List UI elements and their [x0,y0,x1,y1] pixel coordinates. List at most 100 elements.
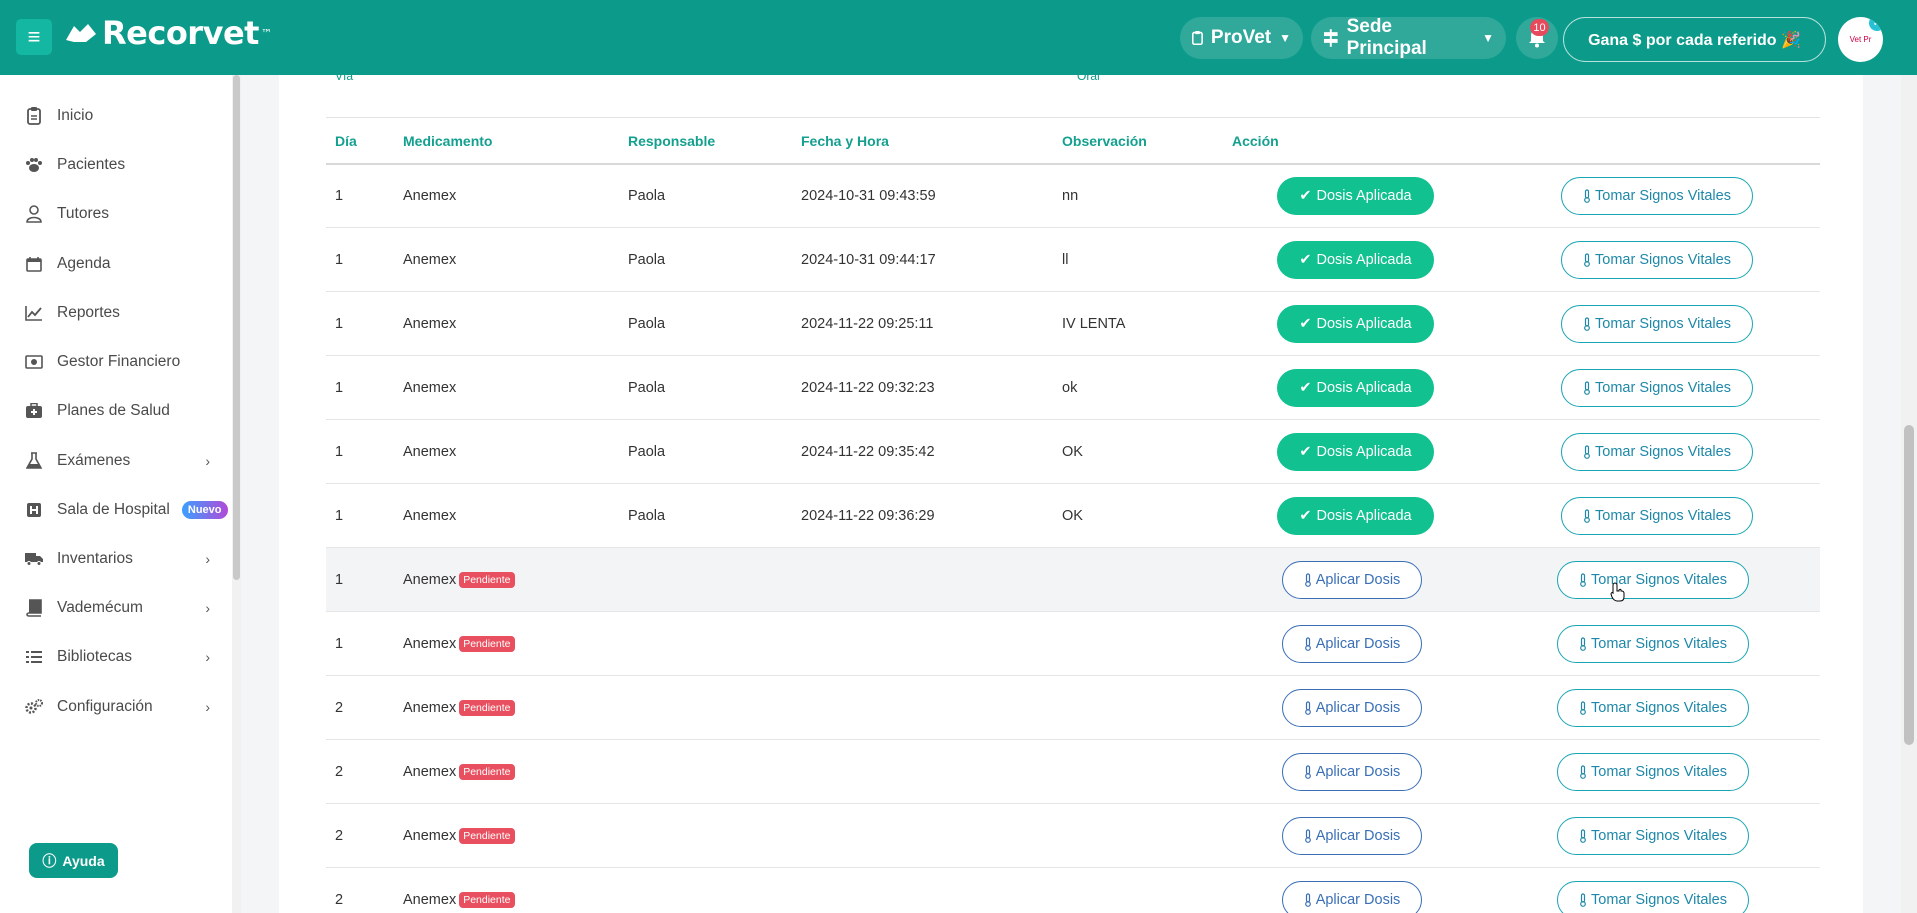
cell-dia: 1 [335,636,344,652]
divider [326,117,1820,118]
chevron-down-icon: ▼ [1482,31,1494,45]
cell-dia: 1 [335,444,344,460]
cell-medicamento: Anemex Pendiente [403,548,515,612]
take-vitals-button[interactable]: Tomar Signos Vitales [1557,689,1749,727]
cell-medicamento: Anemex [403,420,456,484]
thermometer-icon [1584,509,1590,523]
sidebar-item-tutores[interactable]: Tutores [0,194,232,234]
thermometer-icon [1584,381,1590,395]
page-scrollbar[interactable] [1901,75,1917,913]
chevron-down-icon: ▼ [1279,31,1291,45]
cell-dia: 1 [335,508,344,524]
dose-applied-button[interactable]: ✔ Dosis Aplicada [1277,241,1434,279]
apply-dose-button[interactable]: Aplicar Dosis [1282,561,1422,599]
clipboard-icon [24,106,44,126]
sidebar-item-planes-de-salud[interactable]: Planes de Salud [0,391,232,431]
dose-applied-button[interactable]: ✔ Dosis Aplicada [1277,369,1434,407]
button-label: Dosis Aplicada [1316,252,1412,268]
button-label: Tomar Signos Vitales [1591,828,1727,844]
take-vitals-button[interactable]: Tomar Signos Vitales [1557,753,1749,791]
logo-trademark: ™ [260,26,272,40]
sidebar-item-label: Inicio [57,107,94,124]
apply-dose-button[interactable]: Aplicar Dosis [1282,817,1422,855]
take-vitals-button[interactable]: Tomar Signos Vitales [1561,305,1753,343]
sidebar-item-bibliotecas[interactable]: Bibliotecas › [0,637,232,677]
table-row: 1 Anemex Paola 2024-11-22 09:25:11 IV LENTA ✔… [326,292,1820,356]
line-chart-icon [24,303,44,323]
top-bar: ≡ Recorvet ™ ProVet ▼ Sede Principal ▼ 10… [0,0,1917,75]
menu-toggle-button[interactable]: ≡ [16,19,52,55]
button-label: Tomar Signos Vitales [1595,188,1731,204]
take-vitals-button[interactable]: Tomar Signos Vitales [1561,497,1753,535]
cell-observacion: ok [1062,380,1078,396]
page-scrollbar-thumb[interactable] [1904,425,1914,745]
sidebar-item-inventarios[interactable]: Inventarios › [0,539,232,579]
sidebar-item-label: Reportes [57,304,120,321]
button-label: Tomar Signos Vitales [1595,252,1731,268]
thermometer-icon [1304,765,1311,779]
pending-badge: Pendiente [459,572,515,588]
apply-dose-button[interactable]: Aplicar Dosis [1282,625,1422,663]
medication-name: Anemex [403,828,457,844]
pending-badge: Pendiente [459,828,515,844]
signpost-icon [1323,29,1338,47]
take-vitals-button[interactable]: Tomar Signos Vitales [1557,817,1749,855]
referral-button[interactable]: Gana $ por cada referido 🎉 [1563,17,1826,62]
sidebar-item-label: Vademécum [57,599,143,616]
cell-medicamento: Anemex Pendiente [403,676,515,740]
apply-dose-button[interactable]: Aplicar Dosis [1282,881,1422,913]
sidebar-item-gestor-financiero[interactable]: Gestor Financiero [0,342,232,382]
sidebar-item-sala-de-hospital[interactable]: Sala de Hospital Nuevo [0,490,232,530]
verified-check-icon: ✓ [1869,17,1883,31]
cell-medicamento: Anemex [403,164,456,228]
sidebar-item-pacientes[interactable]: Pacientes [0,145,232,185]
button-label: Tomar Signos Vitales [1591,892,1727,908]
org-selector[interactable]: ProVet ▼ [1180,17,1303,59]
help-button[interactable]: ⓘ Ayuda [29,843,118,878]
chevron-right-icon: › [205,649,210,665]
cell-medicamento: Anemex Pendiente [403,612,515,676]
sidebar-scrollbar[interactable] [232,75,241,913]
sidebar-item-reportes[interactable]: Reportes [0,293,232,333]
thermometer-icon [1580,829,1586,843]
take-vitals-button[interactable]: Tomar Signos Vitales [1561,369,1753,407]
avatar-text: Vet Pr [1849,35,1872,44]
notification-count-badge: 10 [1530,19,1549,36]
button-label: Aplicar Dosis [1315,636,1401,652]
button-label: Dosis Aplicada [1316,508,1412,524]
apply-dose-button[interactable]: Aplicar Dosis [1282,753,1422,791]
take-vitals-button[interactable]: Tomar Signos Vitales [1561,433,1753,471]
sidebar-item-inicio[interactable]: Inicio [0,96,232,136]
app-logo[interactable]: Recorvet ™ [64,14,272,52]
button-label: Aplicar Dosis [1315,700,1401,716]
sidebar-item-vademecum[interactable]: Vademécum › [0,588,232,628]
dose-applied-button[interactable]: ✔ Dosis Aplicada [1277,497,1434,535]
sidebar-item-agenda[interactable]: Agenda [0,244,232,284]
column-header-observacion: Observación [1062,133,1147,149]
sidebar-scrollbar-thumb[interactable] [233,75,240,580]
dose-applied-button[interactable]: ✔ Dosis Aplicada [1277,305,1434,343]
take-vitals-button[interactable]: Tomar Signos Vitales [1557,881,1749,913]
chevron-right-icon: › [205,551,210,567]
check-icon: ✔ [1299,252,1312,268]
apply-dose-button[interactable]: Aplicar Dosis [1282,689,1422,727]
table-row: 2 Anemex Pendiente Aplicar Dosis Tomar Signo… [326,740,1820,804]
help-button-label: Ayuda [62,852,105,869]
medication-name: Anemex [403,764,457,780]
take-vitals-button[interactable]: Tomar Signos Vitales [1557,561,1749,599]
sidebar-item-examenes[interactable]: Exámenes › [0,441,232,481]
take-vitals-button[interactable]: Tomar Signos Vitales [1561,241,1753,279]
thermometer-icon [1304,637,1311,651]
sidebar-item-configuracion[interactable]: Configuración › [0,687,232,727]
thermometer-icon [1304,701,1311,715]
cell-medicamento: Anemex [403,292,456,356]
take-vitals-button[interactable]: Tomar Signos Vitales [1557,625,1749,663]
branch-selector[interactable]: Sede Principal ▼ [1311,16,1506,59]
cell-fecha-hora: 2024-11-22 09:32:23 [801,380,935,396]
route-value: Oral [1077,75,1100,83]
table-row: 2 Anemex Pendiente Aplicar Dosis Tomar Signo… [326,868,1820,913]
user-avatar[interactable]: Vet Pr ✓ [1838,17,1883,62]
dose-applied-button[interactable]: ✔ Dosis Aplicada [1277,433,1434,471]
dose-applied-button[interactable]: ✔ Dosis Aplicada [1277,177,1434,215]
take-vitals-button[interactable]: Tomar Signos Vitales [1561,177,1753,215]
